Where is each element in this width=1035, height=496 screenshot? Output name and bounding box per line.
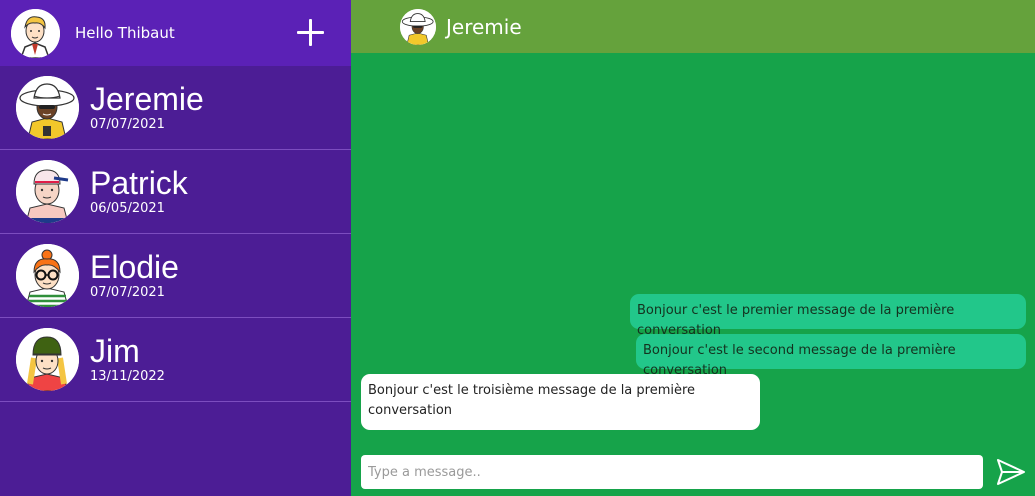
plus-icon[interactable] xyxy=(297,19,324,46)
conversation-date: 07/07/2021 xyxy=(90,284,165,300)
elodie-avatar-icon xyxy=(16,244,79,307)
conversation-name: Jim xyxy=(90,332,140,369)
sidebar-header: Hello Thibaut xyxy=(0,0,351,66)
conversation-item-jim[interactable]: Jim 13/11/2022 xyxy=(0,318,351,402)
chat-contact-name: Jeremie xyxy=(446,14,522,39)
user-avatar-icon xyxy=(11,8,60,58)
conversation-date: 06/05/2021 xyxy=(90,200,165,216)
conversation-item-elodie[interactable]: Elodie 07/07/2021 xyxy=(0,234,351,318)
message-bubble-sent: Bonjour c'est le premier message de la p… xyxy=(630,294,1026,338)
contact-avatar-icon xyxy=(400,8,436,45)
jeremie-avatar-icon xyxy=(16,76,79,139)
send-icon[interactable] xyxy=(995,456,1027,488)
patrick-avatar-icon xyxy=(16,160,79,223)
sidebar: Hello Thibaut Jeremie 07/07/2021 Patrick… xyxy=(0,0,351,496)
conversation-list: Jeremie 07/07/2021 Patrick 06/05/2021 El… xyxy=(0,66,351,402)
message-list: Bonjour c'est le premier message de la p… xyxy=(351,53,1035,443)
conversation-item-patrick[interactable]: Patrick 06/05/2021 xyxy=(0,150,351,234)
message-bubble-sent: Bonjour c'est le second message de la pr… xyxy=(636,334,1026,378)
conversation-item-jeremie[interactable]: Jeremie 07/07/2021 xyxy=(0,66,351,150)
conversation-name: Elodie xyxy=(90,248,179,285)
conversation-name: Jeremie xyxy=(90,80,204,117)
conversation-name: Patrick xyxy=(90,164,188,201)
chat-header: Jeremie xyxy=(351,0,1035,53)
message-bubble-received: Bonjour c'est le troisième message de la… xyxy=(361,374,760,430)
message-input[interactable] xyxy=(361,455,983,489)
conversation-date: 07/07/2021 xyxy=(90,116,165,132)
chat-panel: Jeremie Bonjour c'est le premier message… xyxy=(351,0,1035,496)
conversation-date: 13/11/2022 xyxy=(90,368,165,384)
jim-avatar-icon xyxy=(16,328,79,391)
greeting: Hello Thibaut xyxy=(75,24,175,42)
